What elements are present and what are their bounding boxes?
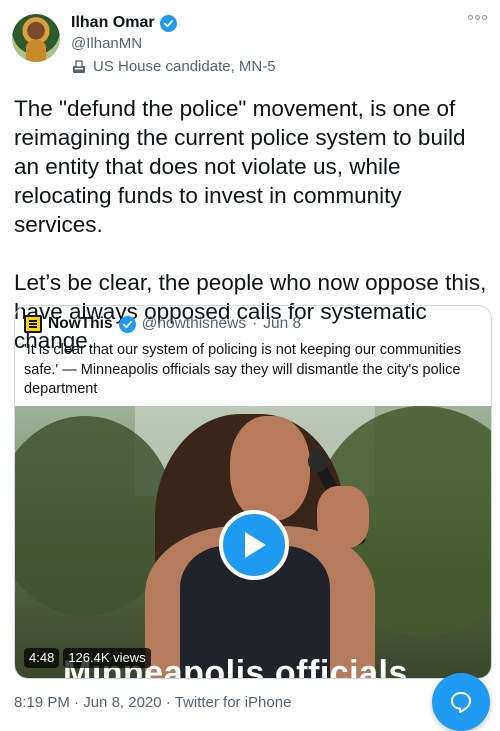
author-handle[interactable]: @IlhanMN [71,35,142,52]
play-button[interactable] [219,510,289,580]
tweet-source[interactable]: Twitter for iPhone [175,694,292,711]
video-stats: 4:48 126.4K views [24,648,151,668]
video-frame-hand [317,486,369,548]
video-frame-person-face [230,416,310,521]
more-options-icon[interactable] [468,10,490,24]
video-player[interactable]: Minneapolis officials 4:48 126.4K views [15,406,491,678]
tweet-time[interactable]: 8:19 PM [14,694,70,711]
compose-reply-button[interactable] [432,673,490,731]
separator: · [252,315,258,332]
account-label-text: US House candidate, MN-5 [93,58,276,75]
video-duration: 4:48 [24,648,60,668]
separator: · [165,694,175,711]
tweet-date[interactable]: Jun 8, 2020 [83,694,161,711]
account-label: US House candidate, MN-5 [71,58,276,75]
quoted-tweet[interactable]: NowThis @nowthisnews · Jun 8 'It is clea… [14,305,492,679]
verified-badge-icon [159,14,177,32]
verified-badge-icon [118,315,136,333]
tweet-paragraph: The "defund the police" movement, is one… [14,96,466,237]
quoted-date: Jun 8 [263,315,302,332]
tweet-header: Ilhan Omar @IlhanMN US House candidate, … [0,0,500,90]
quoted-author-handle: @nowthisnews [141,315,247,332]
nowthis-logo [24,315,42,333]
avatar[interactable] [12,14,60,62]
quoted-tweet-text: 'It is clear that our system of policing… [24,342,462,397]
tweet-footer: 8:19 PM · Jun 8, 2020 · Twitter for iPho… [14,694,291,711]
ballot-box-icon [71,59,87,75]
play-icon [245,532,266,558]
compose-reply-icon [451,692,471,713]
author-name[interactable]: Ilhan Omar [71,14,155,32]
author-name-row: Ilhan Omar [71,14,177,32]
video-views: 126.4K views [63,648,151,668]
microphone-head [308,450,328,472]
quoted-tweet-header: NowThis @nowthisnews · Jun 8 [24,315,301,333]
quoted-author-name: NowThis [48,315,113,332]
separator: · [74,694,84,711]
